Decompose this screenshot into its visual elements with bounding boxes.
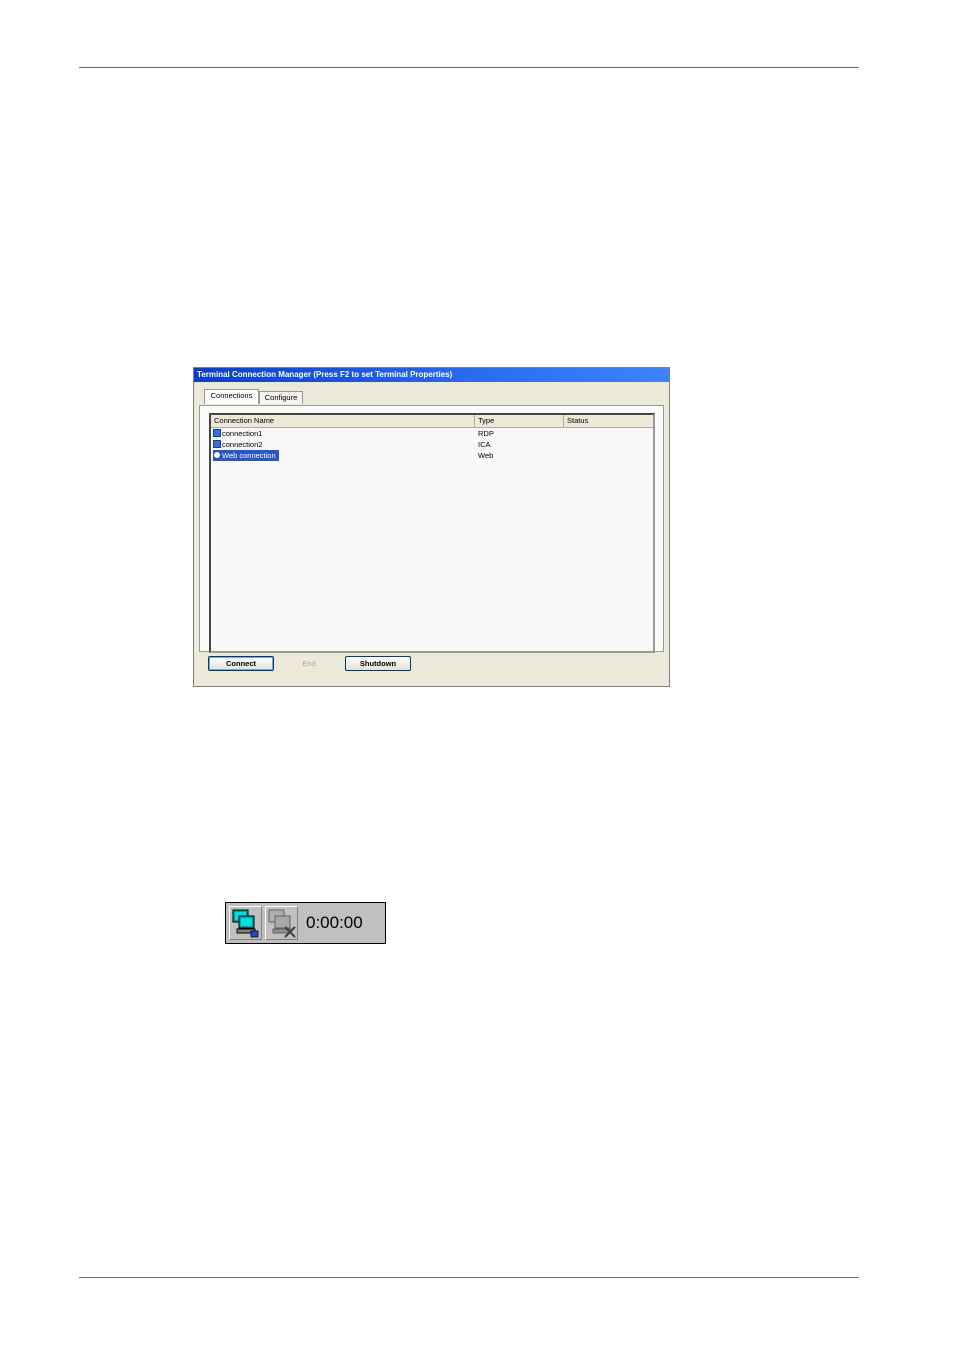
connection-type: Web <box>478 451 494 460</box>
shutdown-button[interactable]: Shutdown <box>345 656 411 671</box>
column-header-connection-name[interactable]: Connection Name <box>211 415 475 427</box>
column-header-type[interactable]: Type <box>475 415 564 427</box>
connection-tray: 0:00:00 <box>225 902 386 944</box>
connection-timer: 0:00:00 <box>306 913 363 932</box>
network-connected-icon[interactable] <box>229 906 262 940</box>
tab-connections[interactable]: Connections <box>204 389 259 404</box>
list-item[interactable]: connection2 ICA <box>211 439 653 450</box>
connection-name: connection1 <box>222 429 263 438</box>
column-header-status[interactable]: Status <box>564 415 653 427</box>
connection-name: Web connection <box>222 451 276 460</box>
connection-name: connection2 <box>222 440 263 449</box>
connection-type: ICA <box>478 440 491 449</box>
tab-configure[interactable]: Configure <box>259 391 303 404</box>
footer-rule <box>79 1277 859 1278</box>
list-item[interactable]: connection1 RDP <box>211 428 653 439</box>
rdp-connection-icon <box>213 429 221 437</box>
list-item[interactable]: Web connection Web <box>211 450 653 461</box>
list-header: Connection Name Type Status <box>211 415 653 428</box>
network-disconnected-icon[interactable] <box>265 906 298 940</box>
ica-connection-icon <box>213 440 221 448</box>
connections-panel: Connection Name Type Status connection1 … <box>199 405 664 653</box>
header-rule <box>79 67 859 68</box>
web-connection-icon <box>213 451 221 459</box>
end-button[interactable]: End <box>278 656 340 671</box>
connection-list[interactable]: Connection Name Type Status connection1 … <box>209 413 655 653</box>
window-title: Terminal Connection Manager (Press F2 to… <box>194 368 669 382</box>
connection-type: RDP <box>478 429 494 438</box>
connect-button[interactable]: Connect <box>208 656 274 671</box>
terminal-connection-manager-window: Terminal Connection Manager (Press F2 to… <box>193 367 670 687</box>
